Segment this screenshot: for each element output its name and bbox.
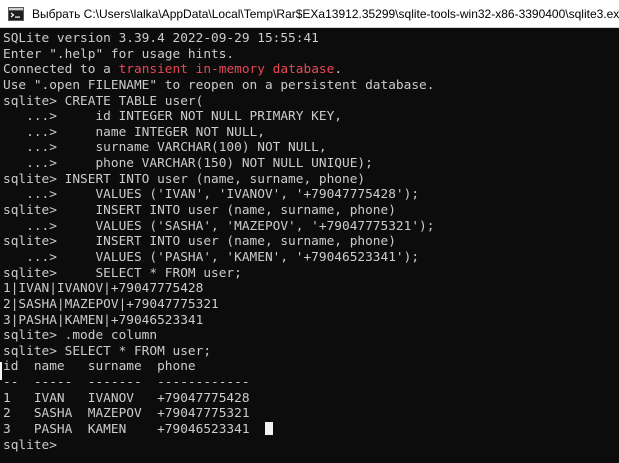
console-line: Connected to a transient in-memory datab…	[3, 62, 619, 78]
console-line: Enter ".help" for usage hints.	[3, 47, 619, 63]
console-line: Use ".open FILENAME" to reopen on a pers…	[3, 78, 619, 94]
console-text: ...> VALUES ('IVAN', 'IVANOV', '+7904777…	[3, 187, 420, 203]
console-line: sqlite>	[3, 438, 619, 454]
console-line: ...> phone VARCHAR(150) NOT NULL UNIQUE)…	[3, 156, 619, 172]
console-line: 2 SASHA MAZEPOV +79047775321	[3, 406, 619, 422]
console-text: sqlite> .mode column	[3, 328, 158, 344]
selection-marker	[0, 361, 2, 381]
highlighted-text: transient in-memory database	[118, 62, 335, 78]
console-text: ...> name INTEGER NOT NULL,	[3, 124, 265, 140]
console-text: ...> id INTEGER NOT NULL PRIMARY KEY,	[3, 109, 342, 125]
console-line: 2|SASHA|MAZEPOV|+79047775321	[3, 297, 619, 313]
console-text: sqlite>	[3, 437, 57, 453]
console-line: sqlite> INSERT INTO user (name, surname,…	[3, 234, 619, 250]
console-line: 3 PASHA KAMEN +79046523341	[3, 422, 619, 438]
console-text: -- ----- ------- ------------	[3, 375, 250, 391]
console-text: ...> VALUES ('PASHA', 'KAMEN', '+7904652…	[3, 249, 420, 265]
console-line: sqlite> SELECT * FROM user;	[3, 344, 619, 360]
console-line: 1 IVAN IVANOV +79047775428	[3, 391, 619, 407]
window-title: Выбрать C:\Users\lalka\AppData\Local\Tem…	[32, 6, 619, 21]
console-text: sqlite> INSERT INTO user (name, surname,…	[3, 203, 396, 219]
console-window: Выбрать C:\Users\lalka\AppData\Local\Tem…	[0, 0, 619, 463]
console-text: Connected to a	[3, 62, 119, 78]
console-text: SQLite version 3.39.4 2022-09-29 15:55:4…	[3, 31, 319, 46]
console-output[interactable]: SQLite version 3.39.4 2022-09-29 15:55:4…	[3, 31, 619, 463]
console-line: ...> surname VARCHAR(100) NOT NULL,	[3, 140, 619, 156]
console-text: 3 PASHA KAMEN +79046523341	[3, 422, 265, 438]
console-text: sqlite> INSERT INTO user (name, surname,…	[3, 171, 366, 187]
console-text: sqlite> SELECT * FROM user;	[3, 343, 212, 359]
console-text: 2 SASHA MAZEPOV +79047775321	[3, 406, 250, 422]
console-line: ...> VALUES ('PASHA', 'KAMEN', '+7904652…	[3, 250, 619, 266]
console-line: ...> VALUES ('SASHA', 'MAZEPOV', '+79047…	[3, 219, 619, 235]
console-line: ...> id INTEGER NOT NULL PRIMARY KEY,	[3, 109, 619, 125]
console-text: ...> phone VARCHAR(150) NOT NULL UNIQUE)…	[3, 156, 373, 172]
console-line: -- ----- ------- ------------	[3, 375, 619, 391]
console-text: sqlite> SELECT * FROM user;	[3, 265, 242, 281]
console-text: 1|IVAN|IVANOV|+79047775428	[3, 281, 204, 297]
console-text: ...> VALUES ('SASHA', 'MAZEPOV', '+79047…	[3, 218, 435, 234]
console-text: ...> surname VARCHAR(100) NOT NULL,	[3, 140, 327, 156]
console-text: .	[334, 62, 343, 78]
console-text: Use ".open FILENAME" to reopen on a pers…	[3, 77, 435, 93]
console-line: ...> VALUES ('IVAN', 'IVANOV', '+7904777…	[3, 187, 619, 203]
console-text: 2|SASHA|MAZEPOV|+79047775321	[3, 296, 219, 312]
console-line: ...> name INTEGER NOT NULL,	[3, 125, 619, 141]
console-line: sqlite> .mode column	[3, 328, 619, 344]
console-text: id name surname phone	[3, 359, 196, 375]
title-bar[interactable]: Выбрать C:\Users\lalka\AppData\Local\Tem…	[0, 0, 619, 28]
console-text: 3|PASHA|KAMEN|+79046523341	[3, 312, 204, 328]
console-text: sqlite> INSERT INTO user (name, surname,…	[3, 234, 396, 250]
console-line: 3|PASHA|KAMEN|+79046523341	[3, 313, 619, 329]
console-line: 1|IVAN|IVANOV|+79047775428	[3, 281, 619, 297]
console-line: id name surname phone	[3, 359, 619, 375]
console-line: sqlite> SELECT * FROM user;	[3, 266, 619, 282]
text-cursor	[264, 422, 273, 436]
console-line: SQLite version 3.39.4 2022-09-29 15:55:4…	[3, 31, 619, 47]
console-line: sqlite> CREATE TABLE user(	[3, 94, 619, 110]
console-text: Enter ".help" for usage hints.	[3, 46, 235, 62]
console-line: sqlite> INSERT INTO user (name, surname,…	[3, 172, 619, 188]
sqlite-console-icon	[8, 6, 24, 22]
console-text: 1 IVAN IVANOV +79047775428	[3, 390, 250, 406]
console-line: sqlite> INSERT INTO user (name, surname,…	[3, 203, 619, 219]
console-text: sqlite> CREATE TABLE user(	[3, 93, 204, 109]
